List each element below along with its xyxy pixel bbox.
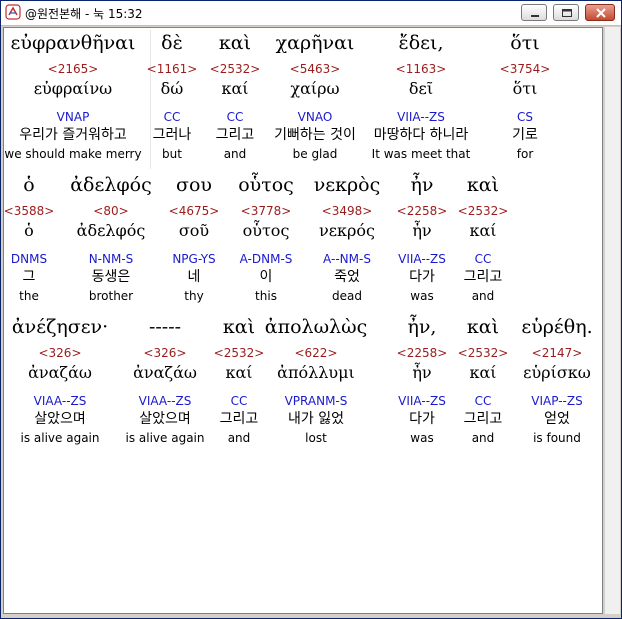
parse-code: VIAP--ZS	[531, 394, 583, 408]
strong-number[interactable]: <2532>	[403, 204, 563, 218]
app-window: @원전본해 - 눅 15:32 εὐφρανθῆναι <2165> εὐφραίν…	[0, 0, 622, 619]
close-button[interactable]	[585, 4, 615, 21]
greek-word[interactable]: καὶ	[403, 174, 563, 196]
minimize-icon	[531, 15, 539, 17]
maximize-button[interactable]	[553, 4, 579, 21]
window-title: @원전본해 - 눅 15:32	[25, 7, 143, 21]
close-icon	[596, 8, 606, 18]
parse-code: CS	[517, 110, 533, 124]
lemma: εὑρίσκω	[523, 363, 591, 382]
title-bar[interactable]: @원전본해 - 눅 15:32	[1, 1, 621, 26]
english-gloss: and	[471, 289, 495, 303]
parse-code: CC	[474, 252, 492, 266]
english-gloss: for	[516, 147, 534, 161]
lemma: ὅτι	[512, 79, 538, 98]
app-icon	[5, 4, 21, 20]
maximize-icon	[562, 9, 572, 17]
lemma: καί	[469, 221, 497, 240]
strong-number[interactable]: <3754>	[445, 62, 605, 76]
korean-gloss: 얻었	[544, 411, 570, 427]
minimize-button[interactable]	[521, 4, 547, 21]
greek-word[interactable]: ὅτι	[445, 32, 605, 54]
english-gloss: is found	[533, 431, 581, 445]
korean-gloss: 기로	[512, 127, 538, 143]
strong-number[interactable]: <2147>	[477, 346, 622, 360]
korean-gloss: 그리고	[463, 269, 503, 285]
greek-word[interactable]: εὑρέθη.	[477, 316, 622, 338]
